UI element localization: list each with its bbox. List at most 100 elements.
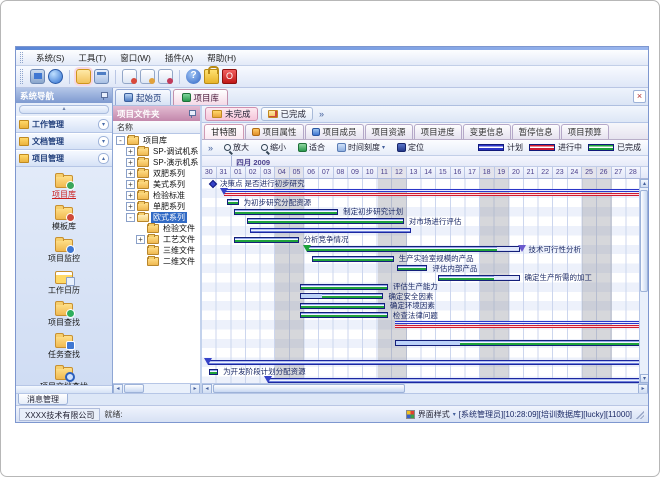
folder-icon[interactable]: [76, 69, 91, 84]
menu-grip[interactable]: [20, 52, 23, 63]
view-tab[interactable]: 未完成: [205, 107, 258, 121]
scroll-left-button[interactable]: ◂: [113, 384, 123, 394]
task-bar[interactable]: [234, 209, 338, 215]
resize-grip[interactable]: [635, 410, 644, 419]
detail-tab[interactable]: 项目属性: [245, 124, 304, 139]
tree-column-header[interactable]: 名称: [113, 121, 200, 134]
document-tab[interactable]: 起始页: [115, 89, 171, 105]
task-bar[interactable]: [300, 303, 385, 309]
style-button[interactable]: 界面样式: [418, 409, 450, 420]
tree-expander[interactable]: +: [126, 147, 135, 156]
tree-hscrollbar[interactable]: ◂ ▸: [113, 383, 200, 393]
tree-node[interactable]: 三维文件: [113, 245, 200, 256]
mail-del-icon[interactable]: [158, 69, 173, 84]
plan-bar[interactable]: [250, 228, 411, 233]
pin-icon[interactable]: [187, 109, 196, 118]
detail-tab[interactable]: 项目资源: [365, 124, 413, 139]
tree-expander[interactable]: +: [126, 191, 135, 200]
plan-bar[interactable]: [268, 378, 639, 383]
system-icon[interactable]: [30, 69, 45, 84]
menu-item[interactable]: 帮助(H): [200, 51, 243, 65]
sidebar-group[interactable]: 文档管理▾: [16, 133, 112, 150]
tree-node[interactable]: +工艺文件: [113, 234, 200, 245]
tree-expander[interactable]: +: [126, 202, 135, 211]
scroll-left-button[interactable]: ◂: [202, 384, 212, 394]
chevron-icon[interactable]: ▾: [98, 119, 109, 130]
tree-expander[interactable]: +: [126, 169, 135, 178]
sidebar-group[interactable]: 项目管理▴: [16, 150, 112, 167]
overflow-icon[interactable]: »: [205, 143, 216, 153]
tool-button[interactable]: 定位: [393, 140, 428, 155]
sidebar-scroll-up-button[interactable]: ▴: [19, 105, 109, 114]
sidebar-item[interactable]: 项目库: [50, 171, 78, 201]
milestone-diamond[interactable]: [209, 179, 217, 187]
tree-node[interactable]: +单肥系列: [113, 201, 200, 212]
tree-expander[interactable]: -: [116, 136, 125, 145]
lock-icon[interactable]: [204, 69, 219, 84]
task-bar[interactable]: [307, 246, 519, 252]
scroll-track[interactable]: [212, 384, 638, 394]
task-bar[interactable]: [247, 218, 404, 224]
chevron-icon[interactable]: ▴: [98, 153, 109, 164]
menu-item[interactable]: 工具(T): [71, 51, 113, 65]
close-tab-button[interactable]: ×: [633, 90, 646, 103]
task-bar[interactable]: [234, 237, 298, 243]
tree-node[interactable]: +SP-调试机系: [113, 146, 200, 157]
task-bar[interactable]: [300, 284, 388, 290]
task-bar[interactable]: [227, 199, 239, 205]
help-icon[interactable]: [186, 69, 201, 84]
gantt-vscrollbar[interactable]: ▴ ▾: [639, 179, 648, 383]
pin-icon[interactable]: [99, 91, 108, 100]
task-bar[interactable]: [395, 340, 639, 346]
detail-tab[interactable]: 项目成员: [305, 124, 364, 139]
tree-expander[interactable]: +: [126, 158, 135, 167]
tree-expander[interactable]: +: [136, 235, 145, 244]
tree-node[interactable]: 检验文件: [113, 223, 200, 234]
menu-item[interactable]: 窗口(W): [113, 51, 158, 65]
tree-node[interactable]: +双肥系列: [113, 168, 200, 179]
detail-tab[interactable]: 变更信息: [463, 124, 511, 139]
document-tab[interactable]: 项目库: [173, 89, 229, 105]
tree-node[interactable]: +SP-演示机系: [113, 157, 200, 168]
sidebar-group[interactable]: 工作管理▾: [16, 116, 112, 133]
summary-plan-bar[interactable]: [224, 189, 639, 192]
detail-tab[interactable]: 项目进度: [414, 124, 462, 139]
sidebar-item[interactable]: 工作日历: [46, 267, 82, 297]
tree-node[interactable]: +美式系列: [113, 179, 200, 190]
window-icon[interactable]: [94, 69, 109, 84]
toolbar-grip[interactable]: [20, 69, 23, 84]
tree-node[interactable]: -项目库: [113, 135, 200, 146]
tool-button[interactable]: 时间刻度▾: [333, 140, 389, 155]
sidebar-item[interactable]: 项目监控: [46, 235, 82, 265]
gantt-hscrollbar[interactable]: ◂ ▸: [202, 383, 648, 393]
view-tab[interactable]: 已完成: [261, 107, 314, 121]
mail-new-icon[interactable]: [122, 69, 137, 84]
detail-tab[interactable]: 暂停信息: [512, 124, 560, 139]
mail-open-icon[interactable]: [140, 69, 155, 84]
scroll-track[interactable]: [123, 384, 190, 394]
scroll-right-button[interactable]: ▸: [638, 384, 648, 394]
scroll-thumb[interactable]: [640, 190, 648, 292]
tree-expander[interactable]: -: [126, 213, 135, 222]
scroll-up-button[interactable]: ▴: [640, 179, 648, 188]
summary-plan-bar[interactable]: [395, 321, 639, 324]
task-bar[interactable]: [312, 256, 394, 262]
sidebar-item[interactable]: 模板库: [50, 203, 78, 233]
sidebar-item[interactable]: 项目文档查找: [38, 363, 90, 385]
message-panel-tab[interactable]: 消息管理: [18, 394, 68, 405]
detail-tab[interactable]: 项目预算: [561, 124, 609, 139]
exit-icon[interactable]: [222, 69, 237, 84]
overflow-icon[interactable]: »: [316, 109, 327, 119]
tree-node[interactable]: +检验标准: [113, 190, 200, 201]
detail-tab[interactable]: 甘特图: [204, 124, 244, 139]
summary-progress-bar[interactable]: [224, 193, 639, 196]
chevron-icon[interactable]: ▾: [98, 136, 109, 147]
tree-expander[interactable]: +: [126, 180, 135, 189]
menu-item[interactable]: 插件(A): [158, 51, 200, 65]
task-bar[interactable]: [300, 293, 383, 299]
plan-bar[interactable]: [208, 360, 639, 365]
sidebar-item[interactable]: 任务查找: [46, 331, 82, 361]
scroll-right-button[interactable]: ▸: [190, 384, 200, 394]
task-bar[interactable]: [397, 265, 428, 271]
scroll-track[interactable]: [640, 188, 648, 374]
